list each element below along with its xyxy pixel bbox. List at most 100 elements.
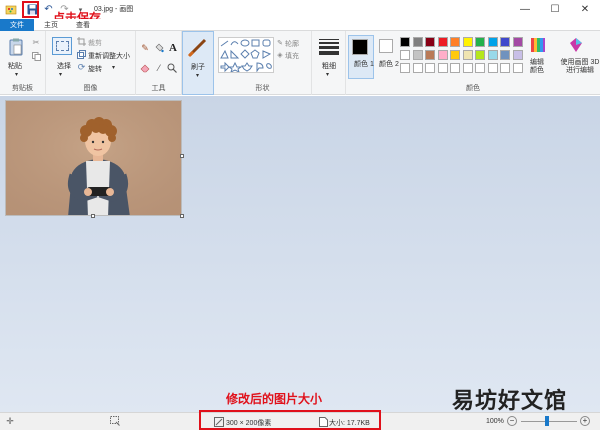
rotate-dropdown-icon[interactable]: ▾ [112,64,115,71]
copy-icon[interactable] [31,51,41,61]
ribbon: 粘贴 ▾ ✂ 剪贴板 选择 ▾ 裁剪 重新调整大小 ⟳ 旋转 ▾ 图像 ✎ A [0,31,600,95]
crop-icon[interactable] [77,37,86,46]
palette-color-swatch[interactable] [450,50,460,60]
size-annotation: 修改后的图片大小 [226,392,323,406]
image-group: 选择 ▾ 裁剪 重新调整大小 ⟳ 旋转 ▾ 图像 [46,31,136,95]
outline-icon[interactable]: ✎ [276,39,284,47]
outline-button[interactable]: 轮廓 [285,39,299,49]
palette-color-swatch[interactable] [400,50,410,60]
palette-color-swatch[interactable] [425,37,435,47]
select-dropdown-icon[interactable]: ▾ [59,71,62,78]
paste-icon[interactable] [8,37,24,57]
palette-color-swatch[interactable] [512,37,523,47]
shapes-gallery[interactable] [218,37,274,73]
ribbon-tabs: 文件 主页 查看 [0,19,600,31]
resize-handle-corner[interactable] [180,214,184,218]
eraser-icon[interactable] [140,63,150,73]
select-icon[interactable] [52,37,72,55]
select-button[interactable]: 选择 [57,61,71,71]
window-controls: — ☐ ✕ [510,0,600,19]
status-highlight-box [199,410,381,430]
palette-color-swatch[interactable] [400,63,410,73]
palette-color-swatch[interactable] [437,63,448,73]
colors-group: 颜色 1 颜色 2 编辑颜色 使用画图 3D 进行编辑 颜色 [346,31,600,95]
zoom-slider-thumb[interactable] [545,416,549,426]
zoom-in-button[interactable]: + [580,416,590,426]
resize-handle-right[interactable] [180,154,184,158]
save-highlight-box [22,1,39,18]
clipboard-group: 粘贴 ▾ ✂ 剪贴板 [0,31,46,95]
paste-button[interactable]: 粘贴 [8,61,22,71]
magnifier-icon[interactable] [167,63,177,73]
palette-color-swatch[interactable] [512,63,523,73]
palette-color-swatch[interactable] [412,50,423,60]
palette-color-swatch[interactable] [487,37,498,47]
text-tool-icon[interactable]: A [167,42,179,54]
palette-color-swatch[interactable] [400,37,410,47]
resize-handle-bottom[interactable] [91,214,95,218]
rotate-icon[interactable]: ⟳ [77,62,86,72]
colors-group-label: 颜色 [466,85,480,92]
tab-file[interactable]: 文件 [0,19,34,31]
palette-color-swatch[interactable] [500,63,510,73]
palette-color-swatch[interactable] [512,50,523,60]
line-width-icon[interactable] [319,39,339,55]
tools-group: ✎ A ⁄ 工具 [136,31,182,95]
palette-color-swatch[interactable] [412,63,423,73]
brushes-dropdown-icon[interactable]: ▾ [196,72,199,79]
size-group[interactable]: 粗细 ▾ [312,31,346,95]
edit-colors-icon[interactable] [530,37,546,53]
palette-color-swatch[interactable] [450,63,460,73]
palette-color-swatch[interactable] [500,37,510,47]
resize-icon[interactable] [77,50,86,59]
resize-button[interactable]: 重新调整大小 [88,51,130,61]
size-dropdown-icon[interactable]: ▾ [326,71,329,78]
brushes-group[interactable]: 刷子 ▾ [182,31,214,95]
brushes-button[interactable]: 刷子 [191,62,205,72]
palette-color-swatch[interactable] [475,37,485,47]
edit-colors-button[interactable]: 编辑颜色 [530,59,550,75]
watermark-text: 易坊好文馆 [452,388,568,413]
palette-color-swatch[interactable] [475,50,485,60]
color-picker-icon[interactable]: ⁄ [154,63,164,73]
zoom-out-button[interactable]: − [507,416,517,426]
palette-color-swatch[interactable] [500,50,510,60]
crop-button[interactable]: 裁剪 [88,38,102,48]
palette-color-swatch[interactable] [450,37,460,47]
maximize-button[interactable]: ☐ [540,0,570,19]
size-button[interactable]: 粗细 [322,61,336,71]
selection-size-icon [110,416,120,426]
palette-color-swatch[interactable] [462,50,473,60]
minimize-button[interactable]: — [510,0,540,19]
zoom-slider-track[interactable] [521,421,577,422]
palette-color-swatch[interactable] [412,37,423,47]
palette-color-swatch[interactable] [487,63,498,73]
fill-button[interactable]: 填充 [285,51,299,61]
canvas-area[interactable] [0,96,600,412]
palette-color-swatch[interactable] [425,63,435,73]
pencil-icon[interactable]: ✎ [140,43,150,53]
palette-color-swatch[interactable] [437,37,448,47]
close-button[interactable]: ✕ [570,0,600,19]
palette-color-swatch[interactable] [462,37,473,47]
color1-swatch[interactable] [352,39,368,55]
tab-view[interactable]: 查看 [72,19,94,31]
cut-icon[interactable]: ✂ [31,37,41,47]
paint3d-icon[interactable] [569,37,583,53]
palette-color-swatch[interactable] [437,50,448,60]
palette-color-swatch[interactable] [487,50,498,60]
tab-home[interactable]: 主页 [40,19,62,31]
palette-color-swatch[interactable] [462,63,473,73]
fill-icon[interactable]: ◈ [276,51,284,59]
canvas-image[interactable] [5,100,182,216]
fill-bucket-icon[interactable] [154,43,164,53]
color2-swatch[interactable] [379,39,393,53]
paste-dropdown-icon[interactable]: ▾ [15,71,18,78]
palette-color-swatch[interactable] [425,50,435,60]
zoom-level: 100% [486,418,504,425]
rotate-button[interactable]: 旋转 [88,64,102,74]
paint3d-button[interactable]: 使用画图 3D 进行编辑 [560,59,600,75]
palette-color-swatch[interactable] [475,63,485,73]
clipboard-group-label: 剪贴板 [12,85,33,92]
brush-icon[interactable] [187,36,209,58]
